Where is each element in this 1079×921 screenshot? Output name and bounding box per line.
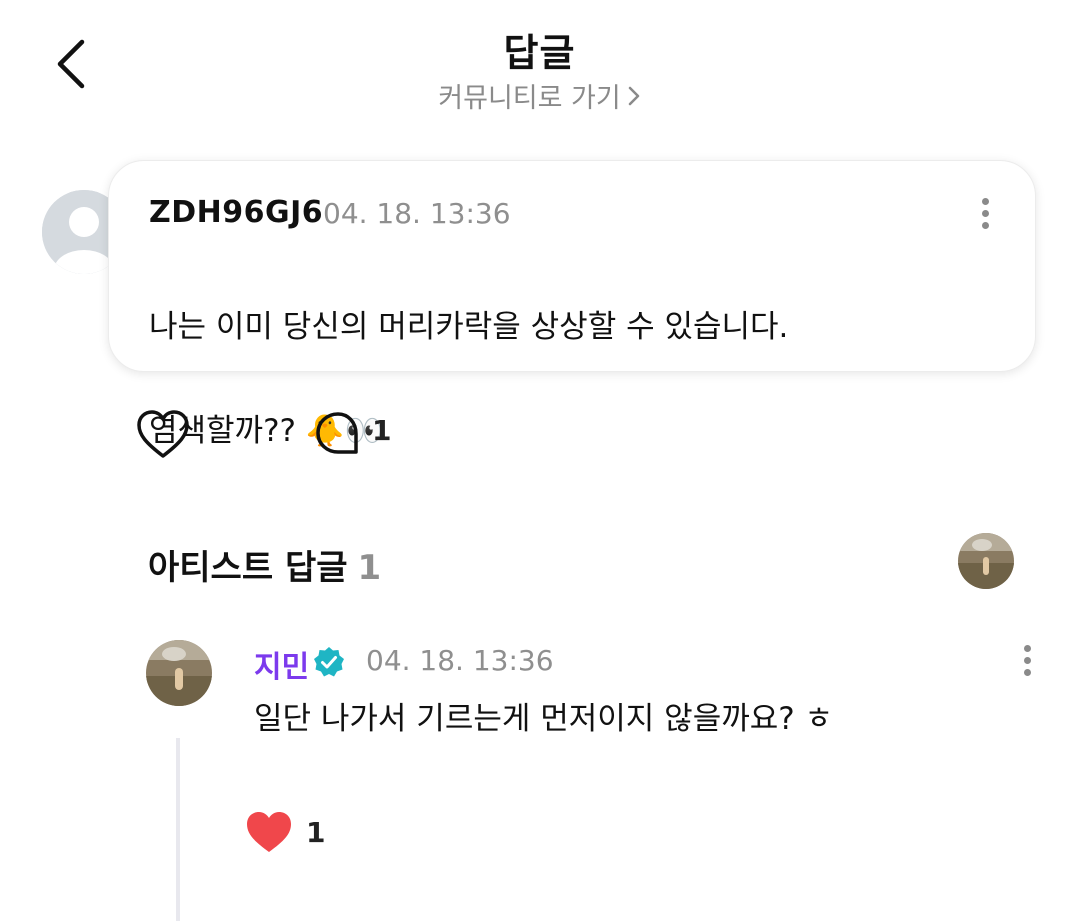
community-link-label: 커뮤니티로 가기 — [438, 83, 621, 114]
artist-photo-avatar — [958, 533, 1014, 589]
post-body: 나는 이미 당신의 머리카락을 상상할 수 있습니다. 염색할까?? 🐥👀 — [149, 249, 969, 509]
reply-timestamp: 04. 18. 13:36 — [366, 644, 554, 677]
speech-bubble-icon — [316, 412, 358, 454]
kebab-icon[interactable] — [1017, 642, 1037, 682]
artist-replies-count: 1 — [357, 548, 382, 588]
artist-photo-avatar — [146, 640, 212, 706]
heart-filled-icon — [247, 812, 291, 852]
like-count: 1 — [306, 816, 326, 849]
artist-replies-title: 아티스트 답글 1 — [148, 540, 381, 589]
like-button[interactable] — [134, 406, 192, 462]
reply-button[interactable] — [310, 406, 366, 462]
post-timestamp: 04. 18. 13:36 — [323, 197, 511, 230]
artist-avatar[interactable] — [146, 640, 212, 706]
artist-replies-label: 아티스트 답글 — [148, 548, 348, 588]
heart-outline-icon — [137, 410, 189, 458]
reply-author[interactable]: 지민 — [254, 642, 309, 686]
page-title: 답글 — [503, 31, 576, 75]
post-actions: 1 — [0, 400, 1079, 470]
kebab-icon[interactable] — [975, 195, 995, 235]
verified-badge-icon — [314, 647, 344, 677]
artist-avatar[interactable] — [958, 533, 1014, 589]
reply-count: 1 — [372, 414, 392, 447]
like-button[interactable] — [244, 808, 294, 856]
thread-line — [176, 738, 180, 921]
chevron-right-icon — [627, 84, 641, 115]
reply-body: 일단 나가서 기르는게 먼저이지 않을까요? ㅎ — [254, 701, 834, 737]
header: 답글 커뮤니티로 가기 — [0, 0, 1079, 130]
post-author[interactable]: ZDH96GJ6 — [149, 195, 323, 230]
community-link[interactable]: 커뮤니티로 가기 — [0, 76, 1079, 115]
post-body-line: 나는 이미 당신의 머리카락을 상상할 수 있습니다. — [149, 309, 789, 345]
post-card: ZDH96GJ6 04. 18. 13:36 나는 이미 당신의 머리카락을 상… — [108, 160, 1036, 449]
